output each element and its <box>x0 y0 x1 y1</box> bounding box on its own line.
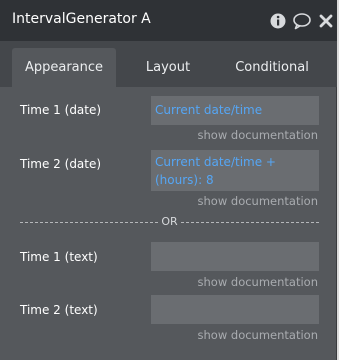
info-icon[interactable] <box>269 12 287 30</box>
time1-date-label: Time 1 (date) <box>20 103 102 117</box>
or-divider: OR <box>20 215 319 229</box>
tab-layout[interactable]: Layout <box>128 48 208 87</box>
time2-text-label: Time 2 (text) <box>20 303 98 317</box>
time1-date-show-documentation-link[interactable]: show documentation <box>198 128 318 142</box>
time1-date-value[interactable]: Current date/time <box>155 103 262 117</box>
tab-bar: Appearance Layout Conditional <box>0 41 337 87</box>
time1-text-label: Time 1 (text) <box>20 250 98 264</box>
property-editor-panel: IntervalGenerator A Appearance Layout Co… <box>0 0 337 360</box>
title-bar: IntervalGenerator A <box>0 0 337 41</box>
divider-line-right <box>181 222 319 223</box>
time1-text-show-documentation-link[interactable]: show documentation <box>198 275 318 289</box>
or-label: OR <box>161 215 178 228</box>
tab-conditional[interactable]: Conditional <box>224 48 320 87</box>
time2-date-label: Time 2 (date) <box>20 157 102 171</box>
comment-icon[interactable] <box>292 12 311 30</box>
element-title[interactable]: IntervalGenerator A <box>12 11 151 27</box>
divider-line-left <box>20 222 158 223</box>
close-icon[interactable] <box>318 12 336 30</box>
time2-text-show-documentation-link[interactable]: show documentation <box>198 328 318 342</box>
time2-date-value[interactable]: Current date/time +(hours): 8 <box>155 155 276 187</box>
time1-date-field[interactable]: Current date/time <box>151 96 319 125</box>
time1-text-field[interactable] <box>151 242 319 271</box>
time2-text-field[interactable] <box>151 295 319 324</box>
tab-appearance[interactable]: Appearance <box>12 48 116 87</box>
time2-date-field[interactable]: Current date/time +(hours): 8 <box>151 150 319 191</box>
time2-date-show-documentation-link[interactable]: show documentation <box>198 194 318 208</box>
